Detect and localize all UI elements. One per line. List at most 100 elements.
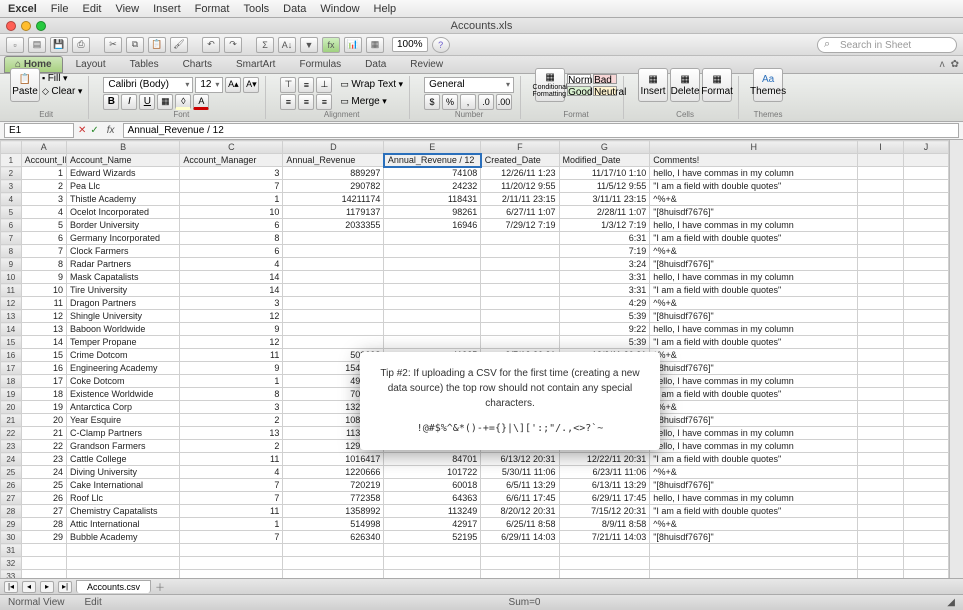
tab-data[interactable]: Data bbox=[354, 56, 397, 73]
font-name-select[interactable]: Calibri (Body) bbox=[103, 77, 193, 93]
insert-cells-button[interactable]: ▦Insert bbox=[638, 68, 668, 102]
row-header[interactable]: 7 bbox=[1, 232, 22, 245]
number-format-select[interactable]: General bbox=[424, 77, 514, 93]
row-header[interactable]: 24 bbox=[1, 453, 22, 466]
sheet-tab[interactable]: Accounts.csv bbox=[76, 580, 151, 593]
sort-icon[interactable]: A↓ bbox=[278, 37, 296, 53]
align-right-icon[interactable]: ≡ bbox=[316, 94, 332, 110]
paste-icon[interactable]: 📋 bbox=[148, 37, 166, 53]
help-icon[interactable]: ? bbox=[432, 37, 450, 53]
zoom-select[interactable]: 100% bbox=[392, 37, 428, 52]
filter-icon[interactable]: ▼ bbox=[300, 37, 318, 53]
col-header-F[interactable]: F bbox=[481, 141, 559, 154]
tab-review[interactable]: Review bbox=[399, 56, 454, 73]
tab-next-icon[interactable]: ▸ bbox=[40, 581, 54, 593]
row-header[interactable]: 4 bbox=[1, 193, 22, 206]
resize-grip-icon[interactable]: ◢ bbox=[947, 597, 955, 608]
col-header-C[interactable]: C bbox=[180, 141, 283, 154]
align-middle-icon[interactable]: ≡ bbox=[298, 77, 314, 93]
tab-charts[interactable]: Charts bbox=[172, 56, 223, 73]
font-color-button[interactable]: A bbox=[193, 94, 209, 110]
row-header[interactable]: 2 bbox=[1, 167, 22, 180]
cell[interactable]: Annual_Revenue / 12 bbox=[384, 154, 481, 167]
fill-button[interactable]: ▪ Fill ▾ bbox=[42, 73, 82, 84]
row-header[interactable]: 5 bbox=[1, 206, 22, 219]
col-header-J[interactable]: J bbox=[903, 141, 948, 154]
row-header[interactable]: 32 bbox=[1, 557, 22, 570]
align-center-icon[interactable]: ≡ bbox=[298, 94, 314, 110]
row-header[interactable]: 19 bbox=[1, 388, 22, 401]
row-header[interactable]: 3 bbox=[1, 180, 22, 193]
border-button[interactable]: ▦ bbox=[157, 94, 173, 110]
tab-last-icon[interactable]: ▸| bbox=[58, 581, 72, 593]
cell[interactable]: Comments! bbox=[650, 154, 858, 167]
select-all[interactable] bbox=[1, 141, 22, 154]
tab-layout[interactable]: Layout bbox=[65, 56, 117, 73]
row-header[interactable]: 33 bbox=[1, 570, 22, 579]
merge-button[interactable]: ▭ Merge ▾ bbox=[340, 96, 386, 107]
style-good[interactable]: Good bbox=[567, 86, 591, 96]
add-sheet-icon[interactable]: ＋ bbox=[155, 579, 165, 594]
row-header[interactable]: 29 bbox=[1, 518, 22, 531]
cancel-formula-icon[interactable]: ✕ bbox=[78, 125, 86, 136]
row-header[interactable]: 10 bbox=[1, 271, 22, 284]
menu-help[interactable]: Help bbox=[374, 3, 397, 15]
row-header[interactable]: 9 bbox=[1, 258, 22, 271]
row-header[interactable]: 14 bbox=[1, 323, 22, 336]
col-header-A[interactable]: A bbox=[21, 141, 66, 154]
tab-tables[interactable]: Tables bbox=[119, 56, 170, 73]
menu-view[interactable]: View bbox=[115, 3, 139, 15]
open-icon[interactable]: ▤ bbox=[28, 37, 46, 53]
menu-data[interactable]: Data bbox=[283, 3, 306, 15]
row-header[interactable]: 25 bbox=[1, 466, 22, 479]
conditional-formatting-button[interactable]: ▦Conditional Formatting bbox=[535, 68, 565, 102]
menu-file[interactable]: File bbox=[51, 3, 69, 15]
bold-button[interactable]: B bbox=[103, 94, 119, 110]
format-cells-button[interactable]: ▦Format bbox=[702, 68, 732, 102]
row-header[interactable]: 15 bbox=[1, 336, 22, 349]
row-header[interactable]: 12 bbox=[1, 297, 22, 310]
fill-color-button[interactable]: ◊ bbox=[175, 94, 191, 110]
shrink-font-icon[interactable]: A▾ bbox=[243, 77, 259, 93]
increase-decimal-icon[interactable]: .0 bbox=[478, 94, 494, 110]
formula-input[interactable]: Annual_Revenue / 12 bbox=[123, 123, 959, 138]
new-icon[interactable]: ▫ bbox=[6, 37, 24, 53]
menu-window[interactable]: Window bbox=[320, 3, 359, 15]
themes-button[interactable]: AaThemes bbox=[753, 68, 783, 102]
row-header[interactable]: 6 bbox=[1, 219, 22, 232]
wrap-text-button[interactable]: ▭ Wrap Text ▾ bbox=[340, 79, 403, 90]
style-neutral[interactable]: Neutral bbox=[593, 86, 617, 96]
row-header[interactable]: 21 bbox=[1, 414, 22, 427]
ribbon-collapse-icon[interactable]: ʌ bbox=[940, 59, 945, 70]
menu-tools[interactable]: Tools bbox=[243, 3, 269, 15]
tab-formulas[interactable]: Formulas bbox=[288, 56, 352, 73]
paste-button[interactable]: 📋Paste bbox=[10, 68, 40, 102]
row-header[interactable]: 30 bbox=[1, 531, 22, 544]
align-bottom-icon[interactable]: ⊥ bbox=[316, 77, 332, 93]
tab-first-icon[interactable]: |◂ bbox=[4, 581, 18, 593]
clear-button[interactable]: ◇ Clear ▾ bbox=[42, 86, 82, 97]
cell[interactable]: Account_Manager bbox=[180, 154, 283, 167]
format-painter-icon[interactable]: 🖌 bbox=[170, 37, 188, 53]
name-box[interactable]: E1 bbox=[4, 123, 74, 138]
menu-insert[interactable]: Insert bbox=[153, 3, 181, 15]
row-header[interactable]: 1 bbox=[1, 154, 22, 167]
font-size-select[interactable]: 12 bbox=[195, 77, 223, 93]
row-header[interactable]: 27 bbox=[1, 492, 22, 505]
row-header[interactable]: 13 bbox=[1, 310, 22, 323]
accept-formula-icon[interactable]: ✓ bbox=[90, 125, 98, 136]
menu-edit[interactable]: Edit bbox=[82, 3, 101, 15]
print-icon[interactable]: ⎙ bbox=[72, 37, 90, 53]
col-header-D[interactable]: D bbox=[283, 141, 384, 154]
tab-prev-icon[interactable]: ◂ bbox=[22, 581, 36, 593]
search-input[interactable]: Search in Sheet bbox=[817, 37, 957, 53]
cell[interactable]: Annual_Revenue bbox=[283, 154, 384, 167]
row-header[interactable]: 22 bbox=[1, 427, 22, 440]
autosum-icon[interactable]: Σ bbox=[256, 37, 274, 53]
currency-icon[interactable]: $ bbox=[424, 94, 440, 110]
menu-excel[interactable]: Excel bbox=[8, 3, 37, 15]
col-header-E[interactable]: E bbox=[384, 141, 481, 154]
cell[interactable]: Modified_Date bbox=[559, 154, 650, 167]
col-header-I[interactable]: I bbox=[858, 141, 903, 154]
cell[interactable]: Account_Name bbox=[66, 154, 179, 167]
